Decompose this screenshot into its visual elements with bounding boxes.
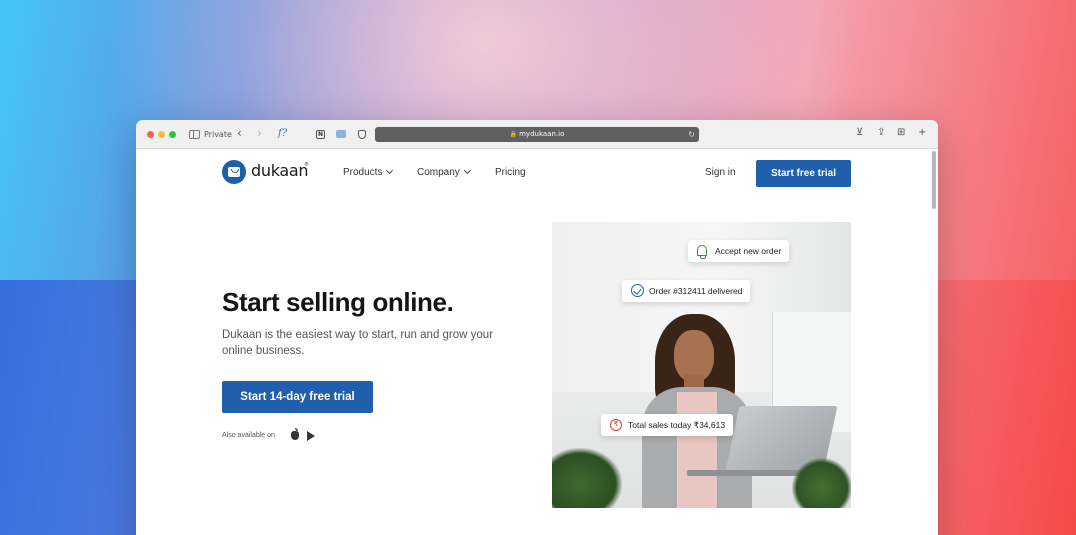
image-laptop-base — [687, 470, 807, 476]
new-tab-icon[interactable]: + — [918, 127, 926, 138]
url-text: mydukaan.io — [519, 130, 565, 138]
notification-order-delivered: Order #312411 delivered — [622, 280, 751, 302]
rupee-icon: ₹ — [610, 419, 622, 431]
download-icon[interactable]: ⊻ — [856, 127, 863, 138]
notification-accept-text: Accept new order — [715, 246, 782, 256]
check-circle-icon — [631, 284, 644, 297]
notification-sales-text: Total sales today ₹34,613 — [628, 420, 726, 430]
nav-pricing[interactable]: Pricing — [495, 167, 526, 178]
brand-name[interactable]: dukaan — [251, 161, 309, 180]
browser-window: Private ‹ › f? N 🔒 mydukaan.io ↻ ⊻ ⇪ ⊞ + … — [136, 120, 938, 535]
start-free-trial-button[interactable]: Start free trial — [756, 160, 851, 187]
nav-company-label: Company — [417, 167, 460, 178]
address-bar[interactable]: 🔒 mydukaan.io ↻ — [375, 127, 699, 142]
image-plant-right — [792, 458, 851, 508]
extension-fx-icon[interactable]: f? — [278, 127, 287, 141]
nav-company[interactable]: Company — [417, 166, 471, 178]
hero-image: Accept new order Order #312411 delivered… — [552, 222, 851, 508]
image-person-shirt — [677, 392, 717, 508]
browser-toolbar: Private ‹ › f? N 🔒 mydukaan.io ↻ ⊻ ⇪ ⊞ + — [136, 120, 938, 149]
private-mode-label: Private — [204, 130, 232, 139]
dukaan-logo-icon[interactable] — [222, 160, 246, 184]
close-window-button[interactable] — [147, 131, 154, 138]
hero-subtitle: Dukaan is the easiest way to start, run … — [222, 329, 494, 357]
sign-in-link[interactable]: Sign in — [705, 167, 736, 178]
extension-notion-icon[interactable]: N — [316, 130, 325, 139]
scrollbar[interactable] — [932, 151, 936, 209]
google-play-icon[interactable] — [307, 431, 315, 441]
tab-overview-icon[interactable]: ⊞ — [897, 127, 905, 138]
minimize-window-button[interactable] — [158, 131, 165, 138]
forward-arrow-icon[interactable]: › — [257, 126, 262, 140]
back-arrow-icon[interactable]: ‹ — [237, 126, 242, 140]
notification-delivered-text: Order #312411 delivered — [649, 286, 743, 296]
notification-total-sales: ₹ Total sales today ₹34,613 — [601, 414, 734, 436]
extension-shield-icon[interactable] — [358, 130, 366, 139]
registered-mark: ® — [304, 162, 309, 168]
share-icon[interactable]: ⇪ — [877, 127, 885, 138]
start-14-day-trial-button[interactable]: Start 14-day free trial — [222, 381, 373, 413]
extension-translate-icon[interactable] — [336, 130, 346, 138]
reload-icon[interactable]: ↻ — [688, 127, 695, 142]
chevron-down-icon — [386, 166, 394, 175]
notification-accept-order: Accept new order — [688, 240, 790, 262]
maximize-window-button[interactable] — [169, 131, 176, 138]
bell-icon — [697, 245, 707, 259]
web-page: dukaan ® Products Company Pricing Sign i… — [136, 149, 938, 535]
apple-store-icon[interactable] — [291, 428, 299, 440]
lock-icon: 🔒 — [509, 131, 518, 138]
chevron-down-icon — [463, 166, 471, 175]
image-plant-left — [552, 448, 622, 508]
available-on-label: Also available on — [222, 432, 275, 439]
hero-title: Start selling online. — [222, 287, 454, 317]
nav-products[interactable]: Products — [343, 166, 394, 178]
sidebar-toggle-icon[interactable] — [189, 130, 200, 139]
nav-products-label: Products — [343, 167, 383, 178]
